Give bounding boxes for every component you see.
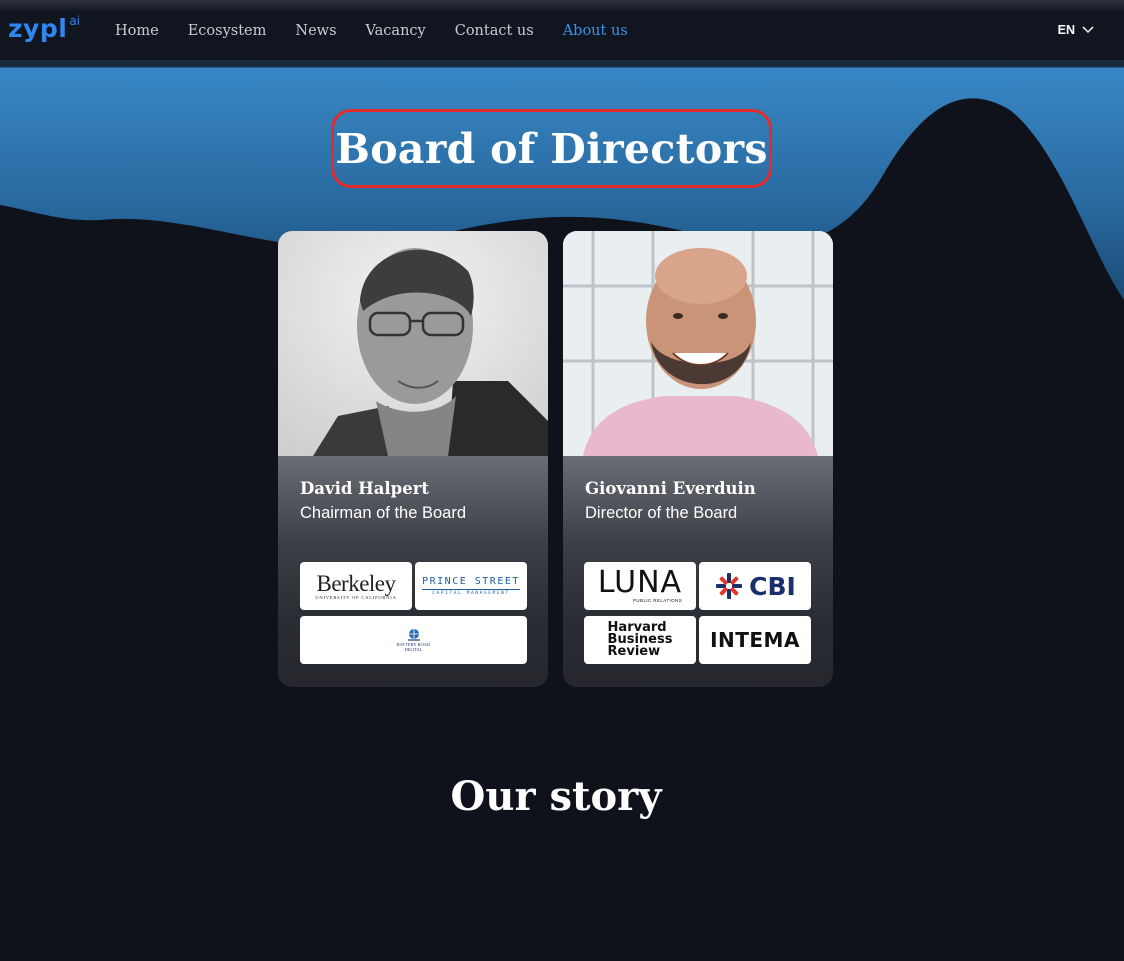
director-name: Giovanni Everduin bbox=[585, 479, 756, 498]
battery-road-logo: BATTERY ROAD DIGITAL bbox=[300, 616, 527, 664]
top-navigation: zypl ai Home Ecosystem News Vacancy Cont… bbox=[0, 0, 1124, 67]
director-card-david-halpert: David Halpert Chairman of the Board Berk… bbox=[278, 231, 548, 687]
nav-ecosystem[interactable]: Ecosystem bbox=[188, 23, 267, 39]
board-title-frame: Board of Directors bbox=[331, 109, 772, 188]
berkeley-logo-subtext: UNIVERSITY OF CALIFORNIA bbox=[315, 594, 397, 600]
luna-logo-text: LUNA bbox=[597, 565, 683, 601]
our-story-heading: Our story bbox=[450, 773, 662, 820]
cbi-star-icon bbox=[716, 573, 743, 599]
portrait-photo bbox=[278, 231, 548, 456]
cbi-logo: CBI bbox=[699, 562, 811, 610]
logo-superscript: ai bbox=[69, 14, 80, 28]
prince-street-logo-subtext: CAPITAL MANAGEMENT bbox=[422, 589, 520, 596]
language-selector[interactable]: EN bbox=[1058, 23, 1094, 37]
main-menu: Home Ecosystem News Vacancy Contact us A… bbox=[115, 0, 657, 62]
nav-news[interactable]: News bbox=[295, 23, 336, 39]
logo-text: zypl bbox=[8, 14, 68, 43]
director-role: Director of the Board bbox=[585, 504, 738, 522]
berkeley-logo: Berkeley UNIVERSITY OF CALIFORNIA bbox=[300, 562, 412, 610]
globe-icon bbox=[407, 628, 420, 641]
director-card-giovanni-everduin: Giovanni Everduin Director of the Board … bbox=[563, 231, 833, 687]
nav-home[interactable]: Home bbox=[115, 23, 159, 39]
cbi-logo-text: CBI bbox=[749, 571, 796, 601]
chevron-down-icon bbox=[1082, 26, 1094, 34]
harvard-business-review-logo: Harvard Business Review bbox=[584, 616, 696, 664]
intema-logo: INTEMA bbox=[699, 616, 811, 664]
portrait-photo bbox=[563, 231, 833, 456]
intema-logo-text: INTEMA bbox=[710, 628, 800, 652]
director-name: David Halpert bbox=[300, 479, 430, 498]
director-role: Chairman of the Board bbox=[300, 504, 467, 522]
battery-road-logo-subtext: DIGITAL bbox=[404, 647, 423, 652]
prince-street-logo: PRINCE STREET CAPITAL MANAGEMENT bbox=[415, 562, 527, 610]
nav-contact-us[interactable]: Contact us bbox=[455, 23, 534, 39]
prince-street-logo-text: PRINCE STREET bbox=[422, 576, 520, 587]
hbr-line-3: Review bbox=[607, 644, 661, 659]
luna-logo: LUNA PUBLIC RELATIONS bbox=[584, 562, 696, 610]
language-label: EN bbox=[1057, 23, 1075, 37]
nav-vacancy[interactable]: Vacancy bbox=[366, 23, 426, 39]
berkeley-logo-text: Berkeley bbox=[316, 570, 396, 596]
nav-about-us[interactable]: About us bbox=[563, 23, 628, 39]
board-title: Board of Directors bbox=[335, 124, 768, 173]
zypl-logo[interactable]: zypl ai bbox=[8, 14, 80, 48]
